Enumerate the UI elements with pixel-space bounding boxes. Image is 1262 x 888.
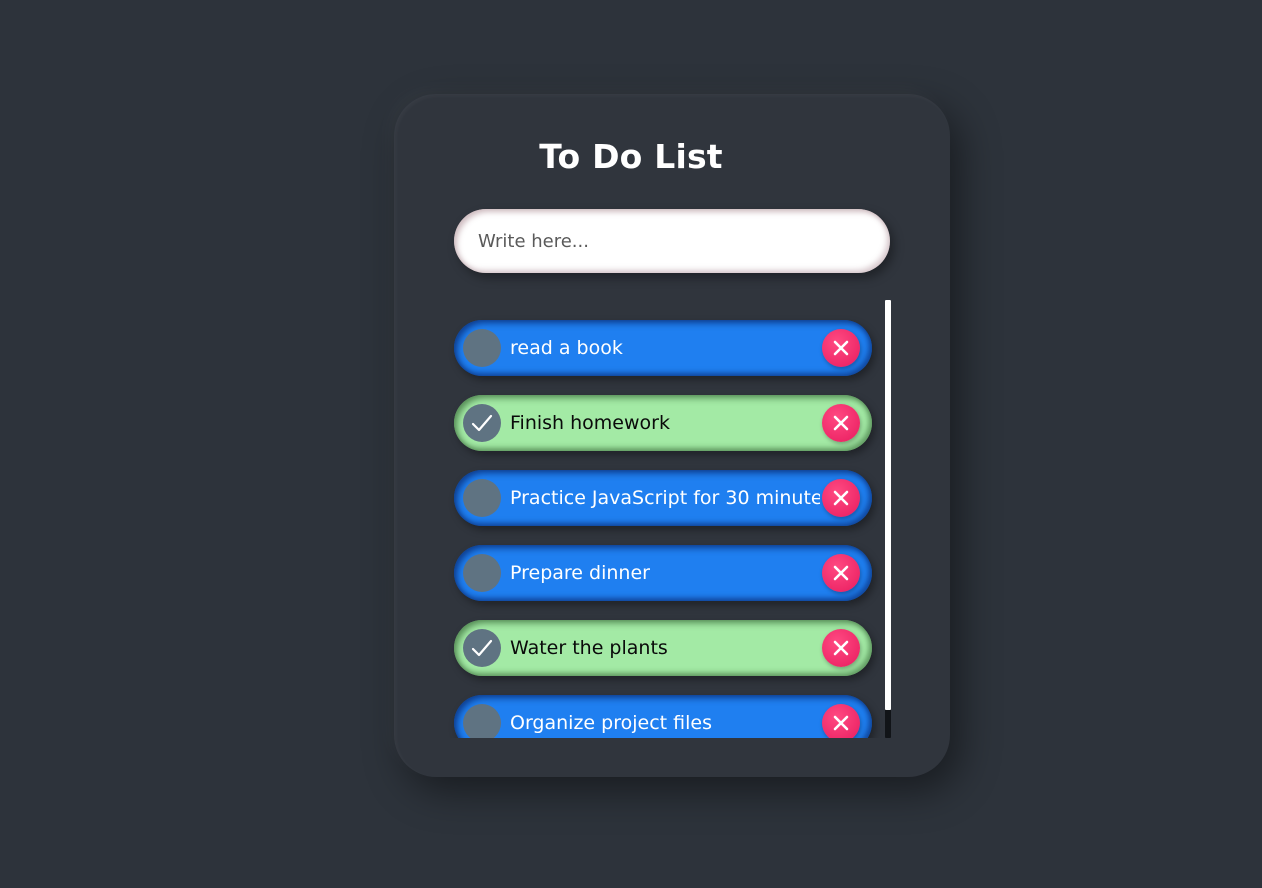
page-title: To Do List [539, 137, 723, 176]
task-text: Prepare dinner [510, 562, 650, 584]
task-item: read a book [454, 320, 872, 376]
close-icon [833, 340, 849, 356]
complete-toggle[interactable] [463, 554, 501, 592]
task-item: Finish homework [454, 395, 872, 451]
close-icon [833, 415, 849, 431]
task-text: Organize project files [510, 712, 712, 734]
checkmark-icon [471, 414, 493, 432]
scrollbar[interactable] [885, 300, 891, 738]
task-text: Finish homework [510, 412, 670, 434]
task-text: Practice JavaScript for 30 minutes [510, 487, 820, 509]
delete-button[interactable] [822, 329, 860, 367]
close-icon [833, 715, 849, 731]
task-item: Water the plants [454, 620, 872, 676]
delete-button[interactable] [822, 629, 860, 667]
delete-button[interactable] [822, 404, 860, 442]
close-icon [833, 490, 849, 506]
task-item: Practice JavaScript for 30 minutes [454, 470, 872, 526]
close-icon [833, 640, 849, 656]
task-item: Organize project files [454, 695, 872, 738]
task-text: Water the plants [510, 637, 668, 659]
complete-toggle[interactable] [463, 329, 501, 367]
delete-button[interactable] [822, 704, 860, 738]
complete-toggle[interactable] [463, 404, 501, 442]
checkmark-icon [471, 639, 493, 657]
scrollbar-thumb[interactable] [885, 300, 891, 710]
task-input[interactable] [454, 209, 890, 273]
complete-toggle[interactable] [463, 704, 501, 738]
task-text: read a book [510, 337, 623, 359]
complete-toggle[interactable] [463, 479, 501, 517]
task-list: read a book Finish homework Practice Jav… [440, 300, 892, 738]
delete-button[interactable] [822, 554, 860, 592]
task-item: Prepare dinner [454, 545, 872, 601]
delete-button[interactable] [822, 479, 860, 517]
close-icon [833, 565, 849, 581]
complete-toggle[interactable] [463, 629, 501, 667]
